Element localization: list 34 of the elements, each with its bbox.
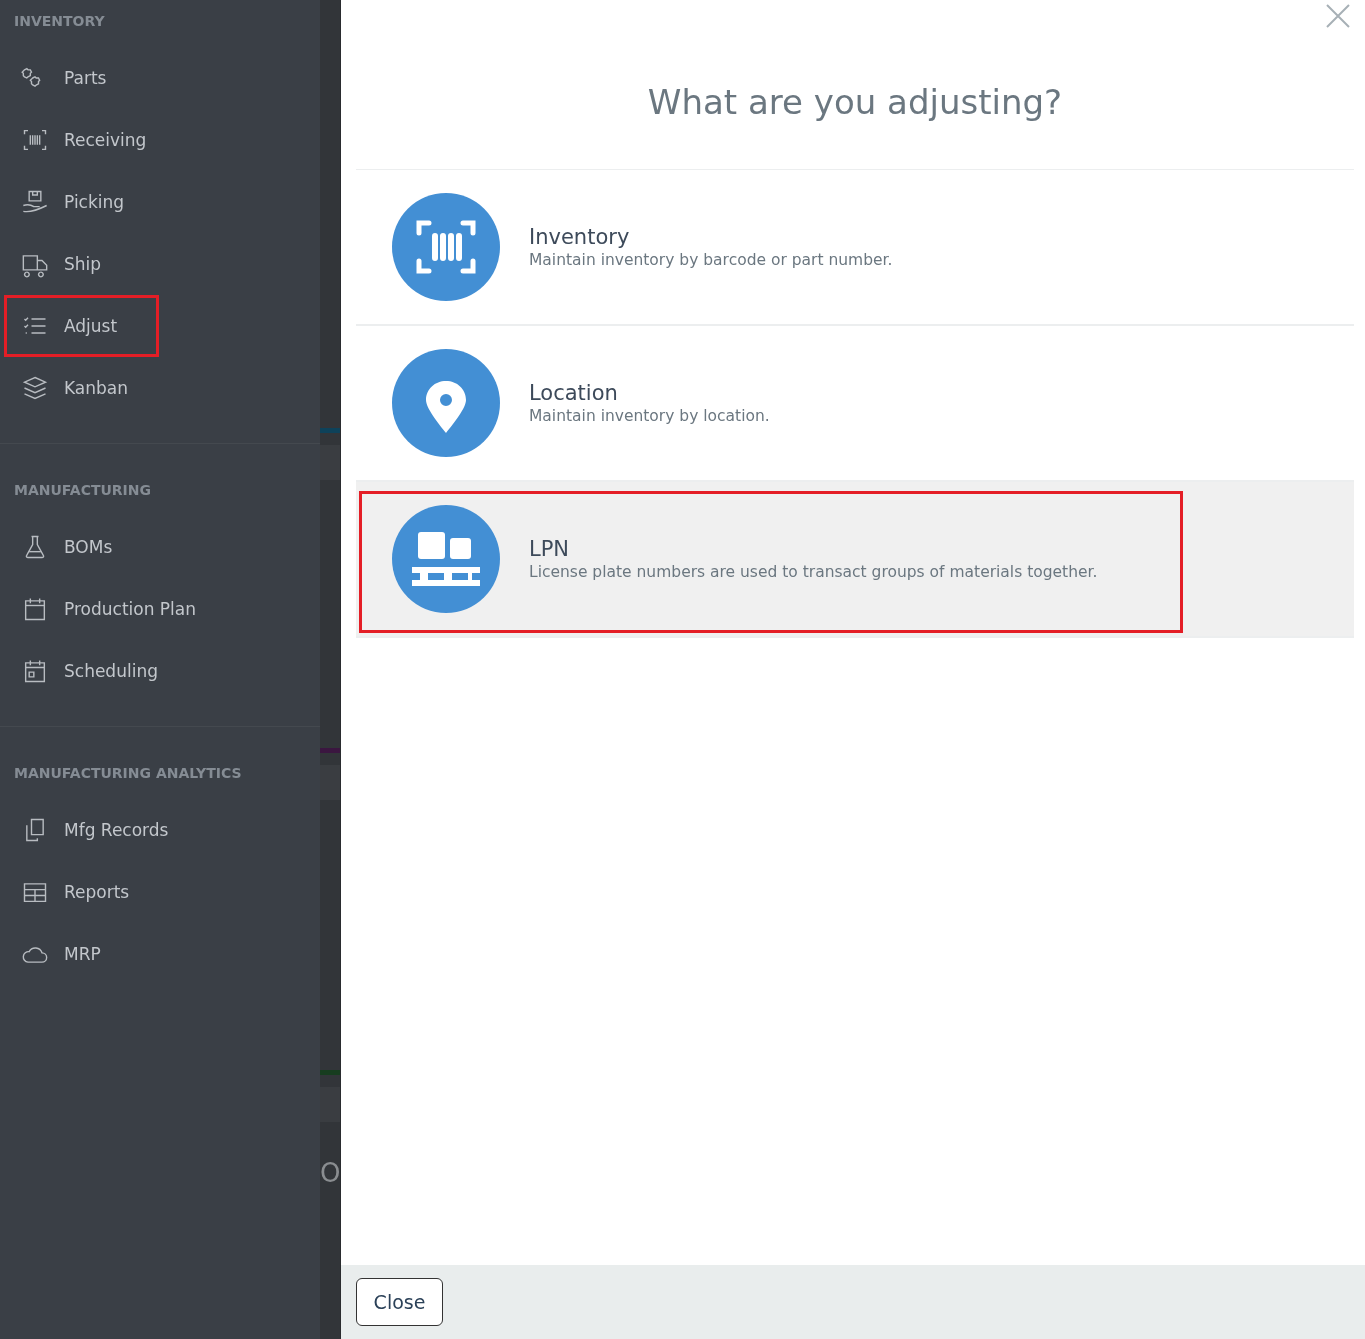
map-pin-icon <box>392 349 500 457</box>
close-button[interactable]: Close <box>356 1278 443 1326</box>
close-icon[interactable] <box>1326 4 1350 28</box>
option-description: Maintain inventory by location. <box>529 407 770 425</box>
sidebar-item[interactable]: Parts <box>4 47 159 109</box>
sidebar-item[interactable]: Adjust <box>4 295 159 357</box>
section-heading: MANUFACTURING ANALYTICS <box>13 764 243 783</box>
accent-stripe <box>320 1070 340 1075</box>
option-row[interactable]: LPN License plate numbers are used to transact groups of materials together. <box>356 482 1354 638</box>
sidebar-item[interactable]: Production Plan <box>4 578 203 640</box>
accent-stripe <box>320 428 340 433</box>
option-title: Location <box>529 381 619 405</box>
option-row[interactable]: Inventory Maintain inventory by barcode or part number. <box>356 170 1354 326</box>
section-heading: INVENTORY <box>13 12 106 31</box>
menu-item-icon <box>21 374 49 402</box>
sidebar-item[interactable]: Ship <box>4 233 159 295</box>
section-heading: MANUFACTURING <box>13 481 153 500</box>
sidebar-item[interactable]: Mfg Records <box>4 799 176 861</box>
sidebar-item[interactable]: MRP <box>4 923 159 985</box>
option-description: Maintain inventory by barcode or part number. <box>529 251 893 269</box>
background-text: O <box>320 1160 340 1186</box>
dialog-title: What are you adjusting? <box>356 0 1354 170</box>
sidebar-item[interactable]: Kanban <box>4 357 159 419</box>
option-description: License plate numbers are used to transact groups of materials together. <box>529 563 1098 581</box>
accent-stripe <box>320 748 340 753</box>
option-title: LPN <box>529 537 571 561</box>
sidebar-item[interactable]: Reports <box>4 861 159 923</box>
pallet-icon <box>392 505 500 613</box>
barcode-icon <box>392 193 500 301</box>
sidebar-item[interactable]: Scheduling <box>4 640 165 702</box>
sidebar-item[interactable]: BOMs <box>4 516 159 578</box>
option-title: Inventory <box>529 225 631 249</box>
sidebar-item[interactable]: Receiving <box>4 109 159 171</box>
sidebar-item[interactable]: Picking <box>4 171 159 233</box>
